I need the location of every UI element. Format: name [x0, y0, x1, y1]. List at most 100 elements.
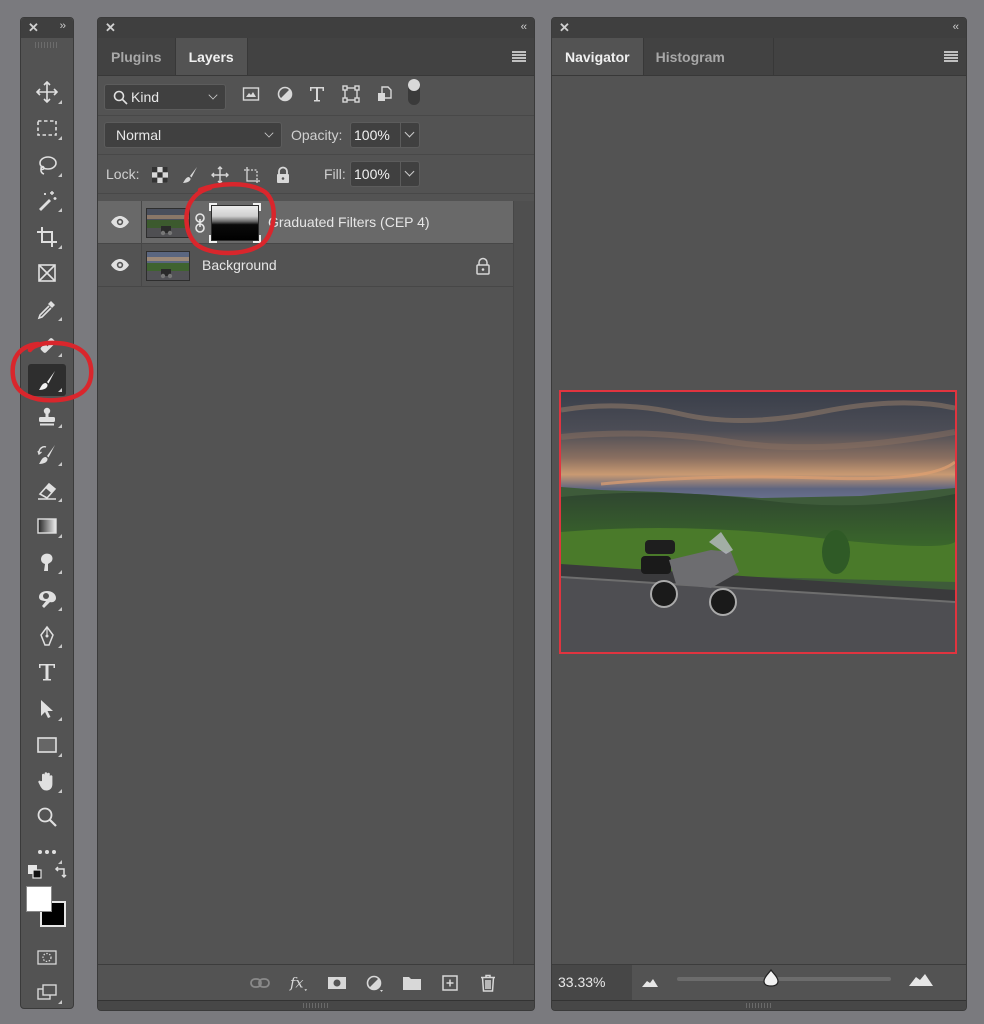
lock-position-icon[interactable] — [211, 166, 229, 184]
search-icon — [113, 90, 128, 105]
visibility-eye-icon[interactable] — [110, 257, 130, 273]
lock-transparent-pixels-icon[interactable] — [151, 166, 169, 184]
smart-object-filter-icon[interactable] — [375, 84, 395, 104]
layer-mask-thumbnail[interactable] — [209, 203, 261, 243]
adjustment-filter-icon[interactable] — [275, 84, 295, 104]
panel-resize-grip[interactable] — [552, 1000, 966, 1010]
tab-navigator[interactable]: Navigator — [552, 38, 644, 75]
panel-resize-grip[interactable] — [98, 1000, 534, 1010]
lasso-tool-button[interactable] — [28, 149, 66, 181]
link-layers-icon[interactable] — [249, 973, 271, 993]
add-mask-icon[interactable] — [326, 973, 348, 993]
rectangle-tool-button[interactable] — [28, 729, 66, 761]
zoom-slider-thumb[interactable] — [763, 969, 779, 987]
marquee-tool-button[interactable] — [28, 112, 66, 144]
blend-mode-dropdown[interactable]: Normal — [104, 122, 282, 148]
path-selection-tool-button[interactable] — [28, 693, 66, 725]
layers-scrollbar[interactable] — [513, 201, 534, 966]
tool-group-indicator — [58, 100, 62, 104]
trash-icon[interactable] — [477, 973, 499, 993]
healing-brush-tool-button[interactable] — [28, 329, 66, 361]
zoom-slider[interactable] — [677, 977, 891, 981]
layer-name[interactable]: Background — [202, 257, 277, 273]
hand-tool-button[interactable] — [28, 765, 66, 797]
navigator-preview-image[interactable] — [559, 390, 957, 654]
close-icon[interactable]: ✕ — [28, 20, 39, 36]
mask-link-icon[interactable] — [194, 213, 206, 233]
new-group-icon[interactable] — [401, 973, 423, 993]
tab-layers[interactable]: Layers — [175, 38, 248, 75]
zoom-tool-button[interactable] — [28, 801, 66, 833]
expand-icon[interactable]: ›› — [60, 20, 66, 32]
fill-value[interactable]: 100% — [351, 162, 401, 186]
move-tool-button[interactable] — [28, 76, 66, 108]
lock-row: Lock: Fill: 100% — [98, 155, 534, 194]
default-colors-icon[interactable] — [28, 865, 42, 879]
foreground-color-swatch[interactable] — [26, 886, 52, 912]
gradient-tool-button[interactable] — [28, 510, 66, 542]
close-icon[interactable]: ✕ — [559, 20, 570, 36]
swap-colors-icon[interactable] — [54, 865, 68, 879]
type-filter-icon[interactable] — [307, 84, 327, 104]
pixel-filter-icon[interactable] — [241, 84, 261, 104]
fill-field[interactable]: 100% — [350, 161, 420, 187]
layer-name[interactable]: Graduated Filters (CEP 4) — [268, 214, 430, 230]
fill-dropdown-button[interactable] — [401, 162, 419, 186]
move-icon — [36, 81, 58, 103]
layer-row-graduated-filters[interactable]: Graduated Filters (CEP 4) — [98, 201, 513, 244]
tool-group-indicator — [58, 245, 62, 249]
panel-menu-icon[interactable] — [944, 51, 958, 62]
eraser-tool-button[interactable] — [28, 474, 66, 506]
smudge-icon — [41, 553, 53, 571]
zoom-out-icon[interactable] — [642, 979, 658, 987]
rectangle-icon — [37, 737, 57, 753]
smudge-tool-button[interactable] — [28, 546, 66, 578]
filter-kind-dropdown[interactable]: Kind — [104, 84, 226, 110]
close-icon[interactable]: ✕ — [105, 20, 116, 36]
filter-kind-label: Kind — [131, 89, 160, 105]
tools-panel: ✕ ›› — [20, 17, 74, 1009]
clone-stamp-tool-button[interactable] — [28, 400, 66, 432]
pen-tool-button[interactable] — [28, 620, 66, 652]
type-tool-button[interactable] — [28, 656, 66, 688]
fx-icon[interactable]: fx — [288, 973, 310, 993]
tool-group-indicator — [58, 208, 62, 212]
magic-wand-icon — [39, 191, 57, 211]
screen-mode-button[interactable] — [28, 976, 66, 1008]
history-brush-tool-button[interactable] — [28, 438, 66, 470]
tab-histogram[interactable]: Histogram — [644, 38, 774, 75]
lock-all-icon[interactable] — [274, 166, 292, 184]
tool-group-indicator — [58, 789, 62, 793]
rectangular-marquee-icon — [37, 120, 57, 136]
quick-mask-button[interactable] — [28, 941, 66, 973]
eyedropper-tool-button[interactable] — [28, 293, 66, 325]
new-layer-icon[interactable] — [439, 973, 461, 993]
layer-thumbnail[interactable] — [146, 251, 190, 281]
filter-toggle[interactable] — [408, 79, 420, 105]
layer-row-background[interactable]: Background — [98, 244, 513, 287]
opacity-field[interactable]: 100% — [350, 122, 420, 148]
zoom-in-icon[interactable] — [909, 974, 933, 986]
visibility-eye-icon[interactable] — [110, 214, 130, 230]
brush-tool-button[interactable] — [28, 364, 66, 396]
collapse-icon[interactable]: ‹‹ — [521, 21, 527, 33]
shape-filter-icon[interactable] — [341, 84, 361, 104]
collapse-icon[interactable]: ‹‹ — [953, 21, 959, 33]
drag-grip[interactable] — [35, 42, 59, 48]
layer-thumbnail[interactable] — [146, 208, 190, 238]
tool-group-indicator — [58, 173, 62, 177]
dodge-tool-button[interactable] — [28, 583, 66, 615]
lock-image-pixels-icon[interactable] — [181, 166, 199, 184]
panel-menu-icon[interactable] — [512, 51, 526, 62]
lock-artboard-icon[interactable] — [243, 166, 261, 184]
tab-plugins[interactable]: Plugins — [98, 38, 176, 75]
opacity-dropdown-button[interactable] — [401, 123, 419, 147]
opacity-value[interactable]: 100% — [351, 123, 401, 147]
crop-tool-button[interactable] — [28, 221, 66, 253]
gradient-icon — [37, 518, 57, 534]
adjustment-layer-icon[interactable] — [364, 973, 386, 993]
frame-tool-button[interactable] — [28, 257, 66, 289]
layer-locked-icon[interactable] — [475, 257, 491, 275]
zoom-percentage-field[interactable]: 33.33% — [552, 965, 632, 1000]
magic-wand-tool-button[interactable] — [28, 184, 66, 216]
